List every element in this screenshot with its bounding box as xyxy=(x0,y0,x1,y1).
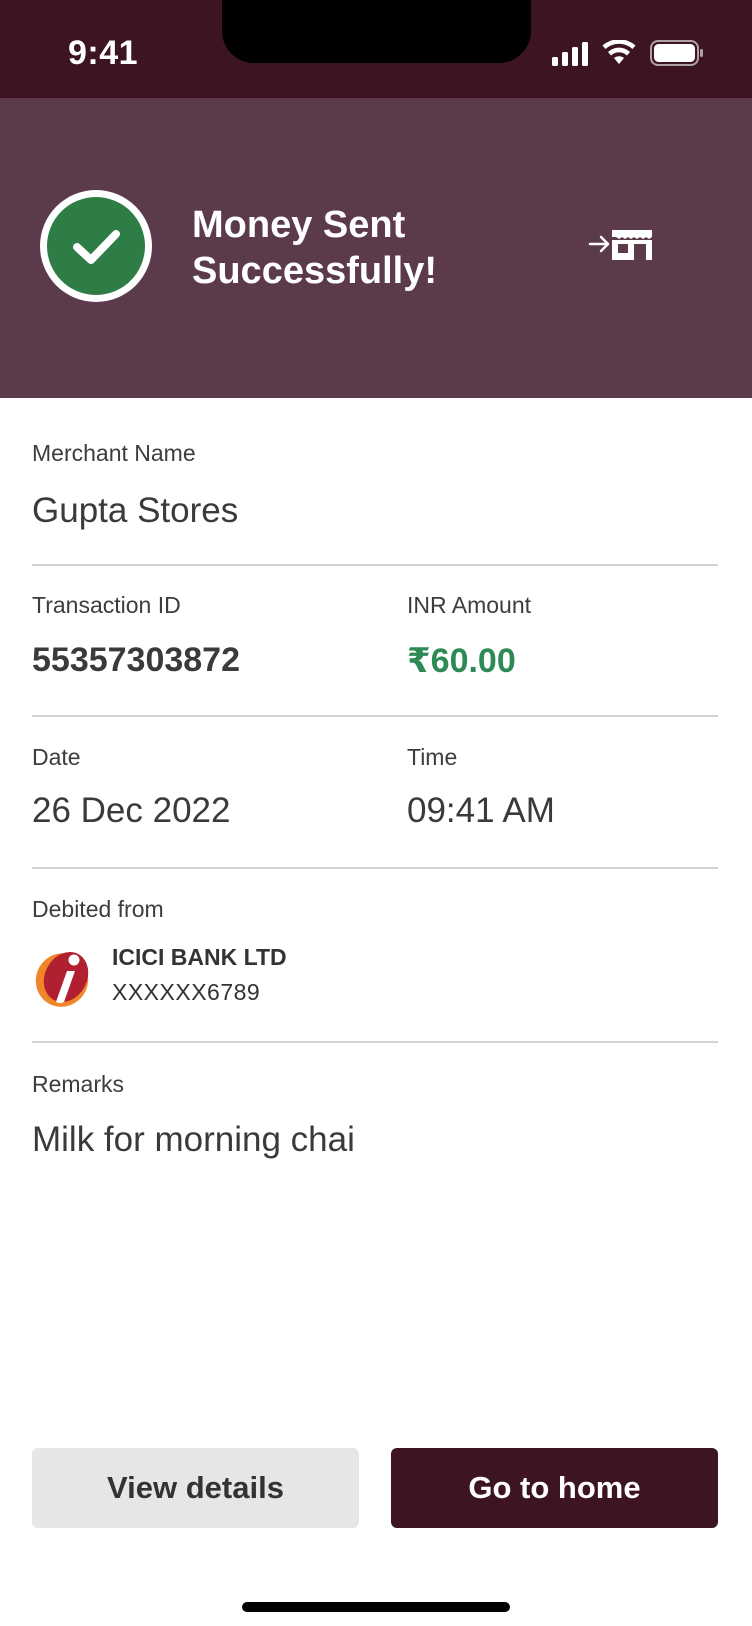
success-title-line2: Successfully! xyxy=(192,250,437,292)
divider xyxy=(32,1041,718,1043)
date-time-section: Date 26 Dec 2022 Time 09:41 AM xyxy=(32,744,718,831)
success-check-icon xyxy=(40,190,152,302)
remarks-section: Remarks Milk for morning chai xyxy=(32,1071,718,1160)
date-label: Date xyxy=(32,744,81,770)
view-details-button[interactable]: View details xyxy=(32,1448,359,1528)
debit-section: Debited from ICICI BANK LTD XXXXXX6789 xyxy=(32,896,718,1007)
transaction-section: Transaction ID 55357303872 INR Amount ₹6… xyxy=(32,592,718,680)
amount-value: ₹60.00 xyxy=(407,642,516,680)
wifi-icon xyxy=(602,40,636,64)
cellular-signal-icon xyxy=(552,40,588,66)
remarks-value: Milk for morning chai xyxy=(32,1120,355,1159)
bank-details: ICICI BANK LTD XXXXXX6789 xyxy=(112,944,287,1006)
success-header: Money Sent Successfully! xyxy=(0,98,752,398)
divider xyxy=(32,715,718,717)
home-indicator[interactable] xyxy=(242,1602,510,1612)
remarks-label: Remarks xyxy=(32,1071,125,1097)
status-bar: 9:41 xyxy=(0,0,752,98)
time-value: 09:41 AM xyxy=(407,791,555,830)
battery-icon xyxy=(650,40,703,66)
merchant-name: Gupta Stores xyxy=(32,491,239,530)
status-time: 9:41 xyxy=(68,34,139,72)
divider xyxy=(32,867,718,869)
transaction-id-value: 55357303872 xyxy=(32,641,241,679)
amount-label: INR Amount xyxy=(407,592,531,618)
transaction-id-label: Transaction ID xyxy=(32,592,181,618)
success-title-line1: Money Sent xyxy=(192,204,406,246)
merchant-section: Merchant Name Gupta Stores xyxy=(32,440,718,531)
bank-account: XXXXXX6789 xyxy=(112,979,261,1005)
device-notch xyxy=(222,0,531,63)
merchant-store-icon[interactable] xyxy=(586,224,654,264)
time-label: Time xyxy=(407,744,458,770)
amount-block: INR Amount ₹60.00 xyxy=(407,592,531,681)
success-title: Money Sent Successfully! xyxy=(192,202,552,294)
divider xyxy=(32,564,718,566)
bank-name: ICICI BANK LTD xyxy=(112,944,287,970)
date-value: 26 Dec 2022 xyxy=(32,791,231,830)
time-block: Time 09:41 AM xyxy=(407,744,555,831)
go-to-home-button[interactable]: Go to home xyxy=(391,1448,718,1528)
merchant-label: Merchant Name xyxy=(32,440,196,466)
debited-from-label: Debited from xyxy=(32,896,164,922)
icici-logo-icon xyxy=(35,952,89,1007)
system-icons xyxy=(552,40,704,66)
